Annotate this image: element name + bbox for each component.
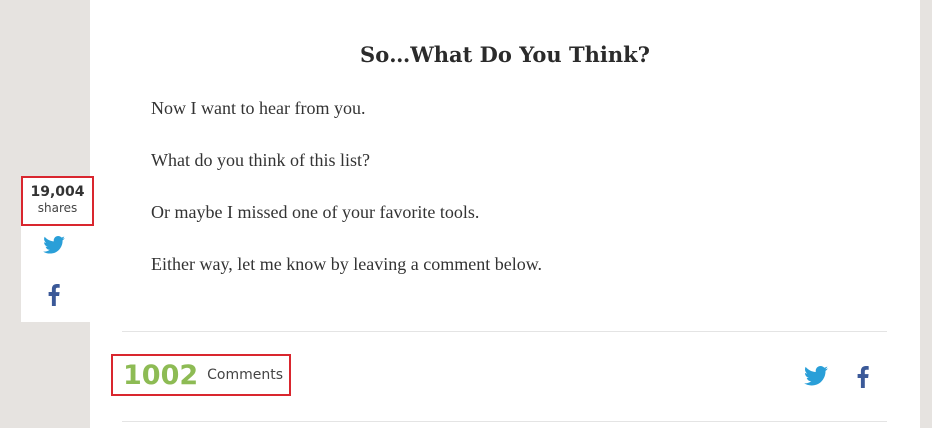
twitter-icon[interactable] (804, 366, 828, 391)
comments-label: Comments (207, 367, 284, 383)
paragraph-2: What do you think of this list? (151, 150, 370, 170)
paragraph-3: Or maybe I missed one of your favorite t… (151, 202, 480, 222)
article-content: So…What Do You Think? Now I want to hear… (90, 0, 920, 428)
facebook-icon[interactable] (857, 366, 869, 393)
facebook-icon[interactable] (48, 284, 60, 311)
comments-count: 1002 (123, 359, 199, 391)
comments-link[interactable]: 1002 Comments (111, 354, 291, 396)
divider-bottom (122, 421, 887, 422)
share-count-box: 19,004 shares (21, 176, 94, 226)
divider-top (122, 331, 887, 332)
share-label: shares (37, 201, 78, 215)
share-count: 19,004 (30, 184, 85, 200)
twitter-icon[interactable] (43, 236, 65, 259)
share-sidebar: 19,004 shares (21, 176, 94, 322)
paragraph-4: Either way, let me know by leaving a com… (151, 254, 543, 274)
paragraph-1: Now I want to hear from you. (151, 98, 366, 118)
section-heading: So…What Do You Think? (360, 42, 650, 67)
